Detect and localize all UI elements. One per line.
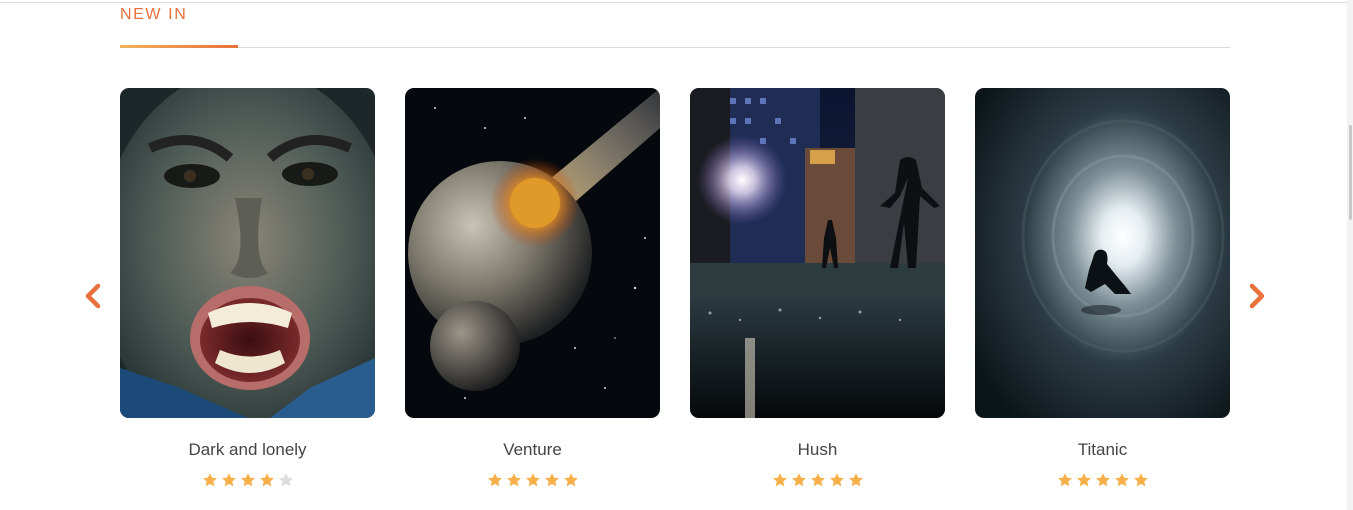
star-filled-icon — [848, 473, 863, 487]
movie-title[interactable]: Venture — [405, 440, 660, 460]
star-filled-icon — [1133, 473, 1148, 487]
star-filled-icon — [544, 473, 559, 487]
movie-card[interactable]: Titanic — [975, 88, 1230, 488]
star-filled-icon — [1076, 473, 1091, 487]
rating-stars — [405, 472, 660, 488]
movie-title[interactable]: Hush — [690, 440, 945, 460]
carousel-next-button[interactable] — [1242, 280, 1272, 312]
movie-card[interactable]: Venture — [405, 88, 660, 488]
star-filled-icon — [259, 473, 274, 487]
movie-poster[interactable] — [975, 88, 1230, 418]
screaming-child-poster — [120, 88, 375, 418]
section-title-underline — [120, 45, 238, 48]
star-filled-icon — [1057, 473, 1072, 487]
rating-stars — [120, 472, 375, 488]
chevron-left-icon — [85, 283, 101, 309]
star-filled-icon — [810, 473, 825, 487]
movie-card[interactable]: Dark and lonely — [120, 88, 375, 488]
chevron-right-icon — [1249, 283, 1265, 309]
star-filled-icon — [506, 473, 521, 487]
star-filled-icon — [1095, 473, 1110, 487]
carousel-prev-button[interactable] — [78, 280, 108, 312]
top-divider — [0, 2, 1353, 3]
section-divider — [120, 47, 1230, 48]
section-title: NEW IN — [120, 6, 188, 23]
movie-card[interactable]: Hush — [690, 88, 945, 488]
movie-title[interactable]: Dark and lonely — [120, 440, 375, 460]
star-filled-icon — [791, 473, 806, 487]
star-filled-icon — [772, 473, 787, 487]
star-filled-icon — [240, 473, 255, 487]
movie-poster[interactable] — [120, 88, 375, 418]
star-filled-icon — [221, 473, 236, 487]
star-empty-icon — [278, 473, 293, 487]
movie-poster[interactable] — [690, 88, 945, 418]
movie-title[interactable]: Titanic — [975, 440, 1230, 460]
movie-poster[interactable] — [405, 88, 660, 418]
star-filled-icon — [525, 473, 540, 487]
rating-stars — [975, 472, 1230, 488]
night-alley-poster — [690, 88, 945, 418]
star-filled-icon — [563, 473, 578, 487]
light-tunnel-poster — [975, 88, 1230, 418]
star-filled-icon — [487, 473, 502, 487]
scrollbar-thumb[interactable] — [1349, 125, 1352, 220]
star-filled-icon — [202, 473, 217, 487]
star-filled-icon — [829, 473, 844, 487]
rating-stars — [690, 472, 945, 488]
star-filled-icon — [1114, 473, 1129, 487]
page-scrollbar[interactable] — [1347, 0, 1353, 510]
planet-impact-poster — [405, 88, 660, 418]
